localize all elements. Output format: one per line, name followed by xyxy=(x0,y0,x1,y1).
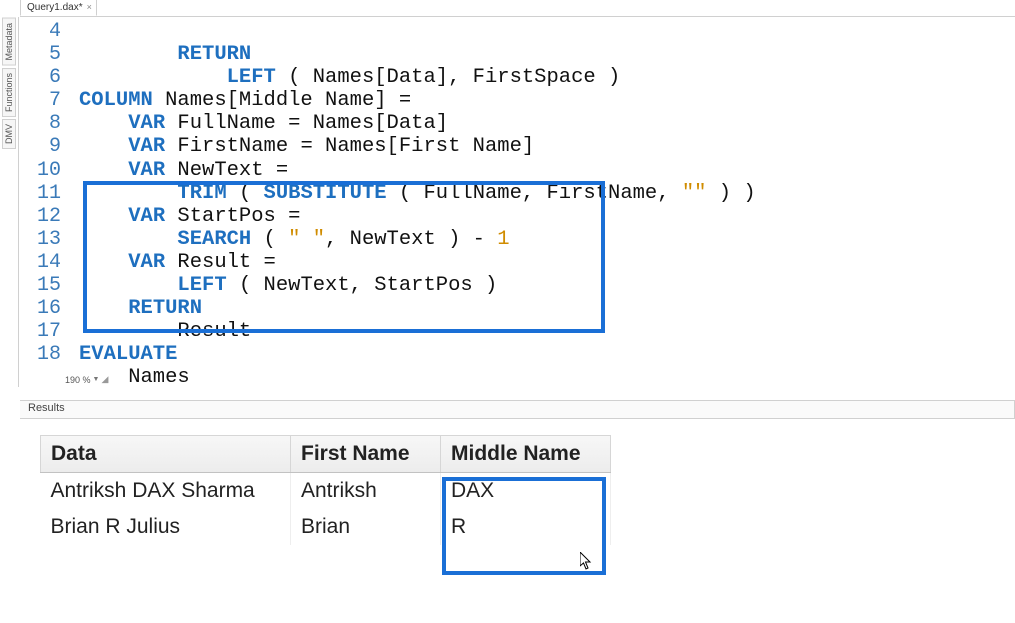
file-tab-label: Query1.dax* xyxy=(27,0,83,15)
results-panel-title: Results xyxy=(28,402,65,414)
side-tab-metadata[interactable]: Metadata xyxy=(2,18,16,66)
cell-first: Brian xyxy=(291,509,441,545)
side-tab-dmv[interactable]: DMV xyxy=(2,119,16,149)
resize-grip-icon: ◢ xyxy=(101,374,108,385)
cell-first: Antriksh xyxy=(291,473,441,510)
file-tab-bar: Query1.dax* × xyxy=(20,0,1015,17)
zoom-indicator[interactable]: 190 % ▼ ◢ xyxy=(65,374,108,385)
table-row[interactable]: Brian R Julius Brian R xyxy=(41,509,611,545)
cell-data: Brian R Julius xyxy=(41,509,291,545)
cell-middle: DAX xyxy=(441,473,611,510)
line-number-gutter: 456789 1011121314 15161718 xyxy=(19,20,67,366)
cell-middle: R xyxy=(441,509,611,545)
table-header-row: Data First Name Middle Name xyxy=(41,436,611,473)
results-panel: Data First Name Middle Name Antriksh DAX… xyxy=(20,418,1015,623)
results-grid-wrap: Data First Name Middle Name Antriksh DAX… xyxy=(40,435,1015,545)
close-icon[interactable]: × xyxy=(87,0,92,15)
table-row[interactable]: Antriksh DAX Sharma Antriksh DAX xyxy=(41,473,611,510)
side-tab-functions[interactable]: Functions xyxy=(2,68,16,117)
cursor-icon xyxy=(580,552,592,570)
code-editor[interactable]: 456789 1011121314 15161718 RETURN LEFT (… xyxy=(18,17,1015,387)
col-header-first[interactable]: First Name xyxy=(291,436,441,473)
zoom-value: 190 % xyxy=(65,375,91,385)
chevron-down-icon[interactable]: ▼ xyxy=(93,376,100,383)
side-panel-rail: Metadata Functions DMV xyxy=(2,18,16,149)
col-header-middle[interactable]: Middle Name xyxy=(441,436,611,473)
col-header-data[interactable]: Data xyxy=(41,436,291,473)
results-panel-header: Results xyxy=(20,400,1015,420)
cell-data: Antriksh DAX Sharma xyxy=(41,473,291,510)
file-tab-query1[interactable]: Query1.dax* × xyxy=(20,0,97,16)
results-grid[interactable]: Data First Name Middle Name Antriksh DAX… xyxy=(40,435,611,545)
code-content[interactable]: RETURN LEFT ( Names[Data], FirstSpace ) … xyxy=(79,20,1015,387)
